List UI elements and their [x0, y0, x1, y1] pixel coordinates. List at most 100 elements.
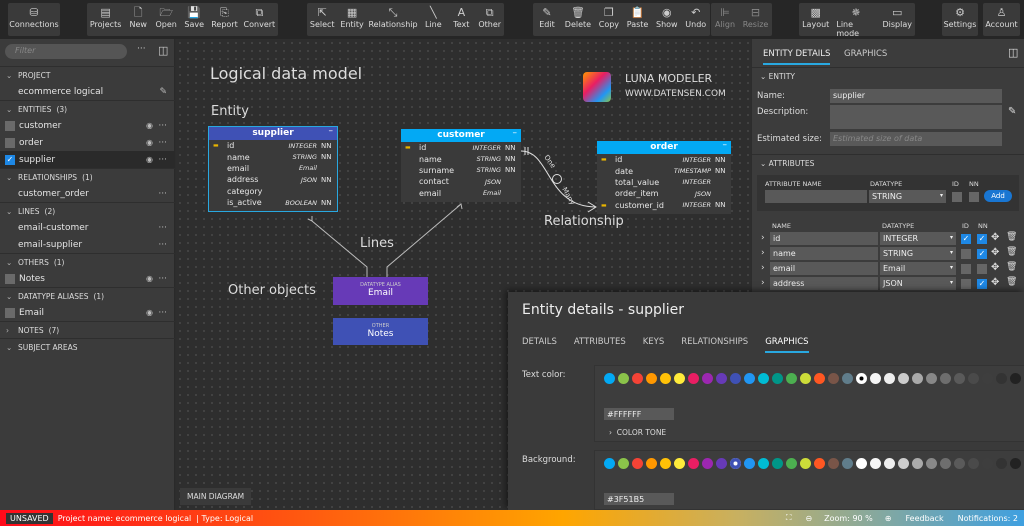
more-icon[interactable]: ··· [158, 308, 167, 318]
dialog-tab-graphics[interactable]: GRAPHICS [765, 337, 809, 353]
color-tone-toggle[interactable]: › COLOR TONE [609, 428, 666, 437]
color-swatch[interactable] [996, 458, 1007, 469]
more-icon[interactable]: ··· [158, 223, 167, 233]
color-swatch[interactable] [702, 458, 713, 469]
attribute-datatype-select[interactable]: Email ▾ [880, 262, 956, 275]
dialog-tab-keys[interactable]: KEYS [643, 337, 665, 353]
color-swatch[interactable] [772, 458, 783, 469]
nn-checkbox[interactable]: ✓ [977, 279, 987, 289]
id-checkbox[interactable] [961, 279, 971, 289]
datatype-alias-email[interactable]: DATATYPE ALIAS Email [333, 277, 428, 305]
color-swatch[interactable] [604, 458, 615, 469]
color-swatch[interactable] [800, 373, 811, 384]
color-swatch[interactable] [814, 373, 825, 384]
expand-icon[interactable]: › [761, 233, 765, 243]
eye-icon[interactable]: ◉ [146, 138, 153, 147]
fullscreen-icon[interactable]: ⛶ [786, 513, 792, 523]
collapse-icon[interactable]: – [723, 139, 728, 152]
move-icon[interactable]: ✥ [991, 277, 999, 288]
edit-description-icon[interactable]: ✎ [1008, 106, 1016, 117]
color-swatch[interactable] [912, 373, 923, 384]
undo-button[interactable]: ↶ Undo [681, 3, 710, 36]
trash-icon[interactable]: 🗑 [1006, 262, 1017, 272]
line-button[interactable]: ╲ Line [419, 3, 447, 36]
line-mode-button[interactable]: ✵ Line mode [832, 3, 879, 38]
nn-checkbox[interactable] [977, 264, 987, 274]
checkbox[interactable]: ✓ [5, 154, 15, 165]
color-swatch[interactable] [758, 373, 769, 384]
tab-graphics[interactable]: GRAPHICS [844, 49, 887, 59]
attribute-name-input[interactable]: id [770, 232, 878, 245]
zoom-in-icon[interactable]: ⊕ [885, 514, 892, 523]
connections-button[interactable]: ⛁ Connections [8, 3, 60, 36]
entity-order[interactable]: order – ▬ id INTEGER NN date TIMESTAMP NN total_v… [597, 139, 731, 214]
dialog-tab-details[interactable]: DETAILS [522, 337, 557, 353]
attribute-name-input[interactable]: address [770, 277, 878, 290]
id-checkbox[interactable]: ✓ [961, 234, 971, 244]
settings-button[interactable]: ⚙ Settings [942, 3, 978, 36]
color-swatch[interactable] [1010, 458, 1021, 469]
save-button[interactable]: 💾 Save [180, 3, 208, 36]
color-swatch[interactable] [730, 373, 741, 384]
new-attribute-datatype-select[interactable]: STRING ▾ [869, 190, 946, 203]
tab-main-diagram[interactable]: MAIN DIAGRAM [180, 488, 252, 505]
attribute-datatype-select[interactable]: INTEGER ▾ [880, 232, 956, 245]
show-button[interactable]: ◉ Show [652, 3, 681, 36]
filter-input[interactable]: Filter [5, 44, 127, 59]
entity-header[interactable]: order – [597, 139, 731, 154]
new-attribute-nn-checkbox[interactable] [969, 192, 979, 202]
entity-header[interactable]: customer – [401, 127, 521, 142]
display-button[interactable]: ▭ Display [879, 3, 915, 36]
color-swatch[interactable] [660, 373, 671, 384]
color-swatch[interactable] [674, 373, 685, 384]
color-swatch[interactable] [982, 458, 993, 469]
color-swatch[interactable] [744, 373, 755, 384]
color-swatch[interactable] [688, 373, 699, 384]
entity-header[interactable]: supplier – [209, 126, 337, 140]
eye-icon[interactable]: ◉ [146, 155, 153, 164]
checkbox[interactable] [5, 120, 15, 131]
section-attributes[interactable]: ⌄ ATTRIBUTES [752, 154, 1024, 171]
attribute-name-input[interactable]: name [770, 247, 878, 260]
panel-layout-icon[interactable]: ◫ [1008, 46, 1018, 59]
checkbox[interactable] [5, 273, 15, 284]
color-swatch[interactable] [702, 373, 713, 384]
color-swatch[interactable] [982, 373, 993, 384]
layout-button[interactable]: ▩ Layout [799, 3, 832, 36]
trash-icon[interactable]: 🗑 [1006, 232, 1017, 242]
entity-supplier[interactable]: supplier – ▬ id INTEGER NN name STRING NN email Em… [208, 125, 338, 213]
color-swatch[interactable] [926, 373, 937, 384]
text-button[interactable]: A Text [447, 3, 475, 36]
zoom-out-icon[interactable]: ⊖ [805, 514, 812, 523]
color-swatch[interactable] [758, 458, 769, 469]
more-icon[interactable]: ··· [137, 44, 146, 54]
expand-icon[interactable]: › [761, 278, 765, 288]
pencil-icon[interactable]: ✎ [159, 87, 167, 97]
trash-icon[interactable]: 🗑 [1006, 277, 1017, 287]
color-swatch[interactable] [604, 373, 615, 384]
add-attribute-button[interactable]: Add [984, 190, 1012, 202]
color-swatch[interactable] [884, 373, 895, 384]
color-swatch[interactable] [828, 458, 839, 469]
background-color-input[interactable]: #3F51B5 [604, 493, 674, 505]
move-icon[interactable]: ✥ [991, 232, 999, 243]
color-swatch[interactable] [618, 373, 629, 384]
color-swatch[interactable] [800, 458, 811, 469]
tree-item-supplier[interactable]: ✓ supplier ◉ ··· [0, 151, 175, 168]
description-input[interactable] [830, 105, 1002, 129]
color-swatch[interactable] [898, 373, 909, 384]
checkbox[interactable] [5, 307, 15, 318]
section-relationships[interactable]: ⌄ RELATIONSHIPS (1) [0, 168, 175, 185]
tree-item-email-supplier[interactable]: email-supplier ··· [0, 236, 175, 253]
color-swatch[interactable] [842, 458, 853, 469]
more-icon[interactable]: ··· [158, 189, 167, 199]
text-color-input[interactable]: #FFFFFF [604, 408, 674, 420]
dialog-tab-relationships[interactable]: RELATIONSHIPS [681, 337, 748, 353]
collapse-icon[interactable]: – [513, 127, 518, 140]
new-attribute-name-input[interactable] [765, 190, 867, 203]
trash-icon[interactable]: 🗑 [1006, 247, 1017, 257]
more-icon[interactable]: ··· [158, 121, 167, 131]
section-lines[interactable]: ⌄ LINES (2) [0, 202, 175, 219]
projects-button[interactable]: ▤ Projects [87, 3, 124, 36]
move-icon[interactable]: ✥ [991, 262, 999, 273]
